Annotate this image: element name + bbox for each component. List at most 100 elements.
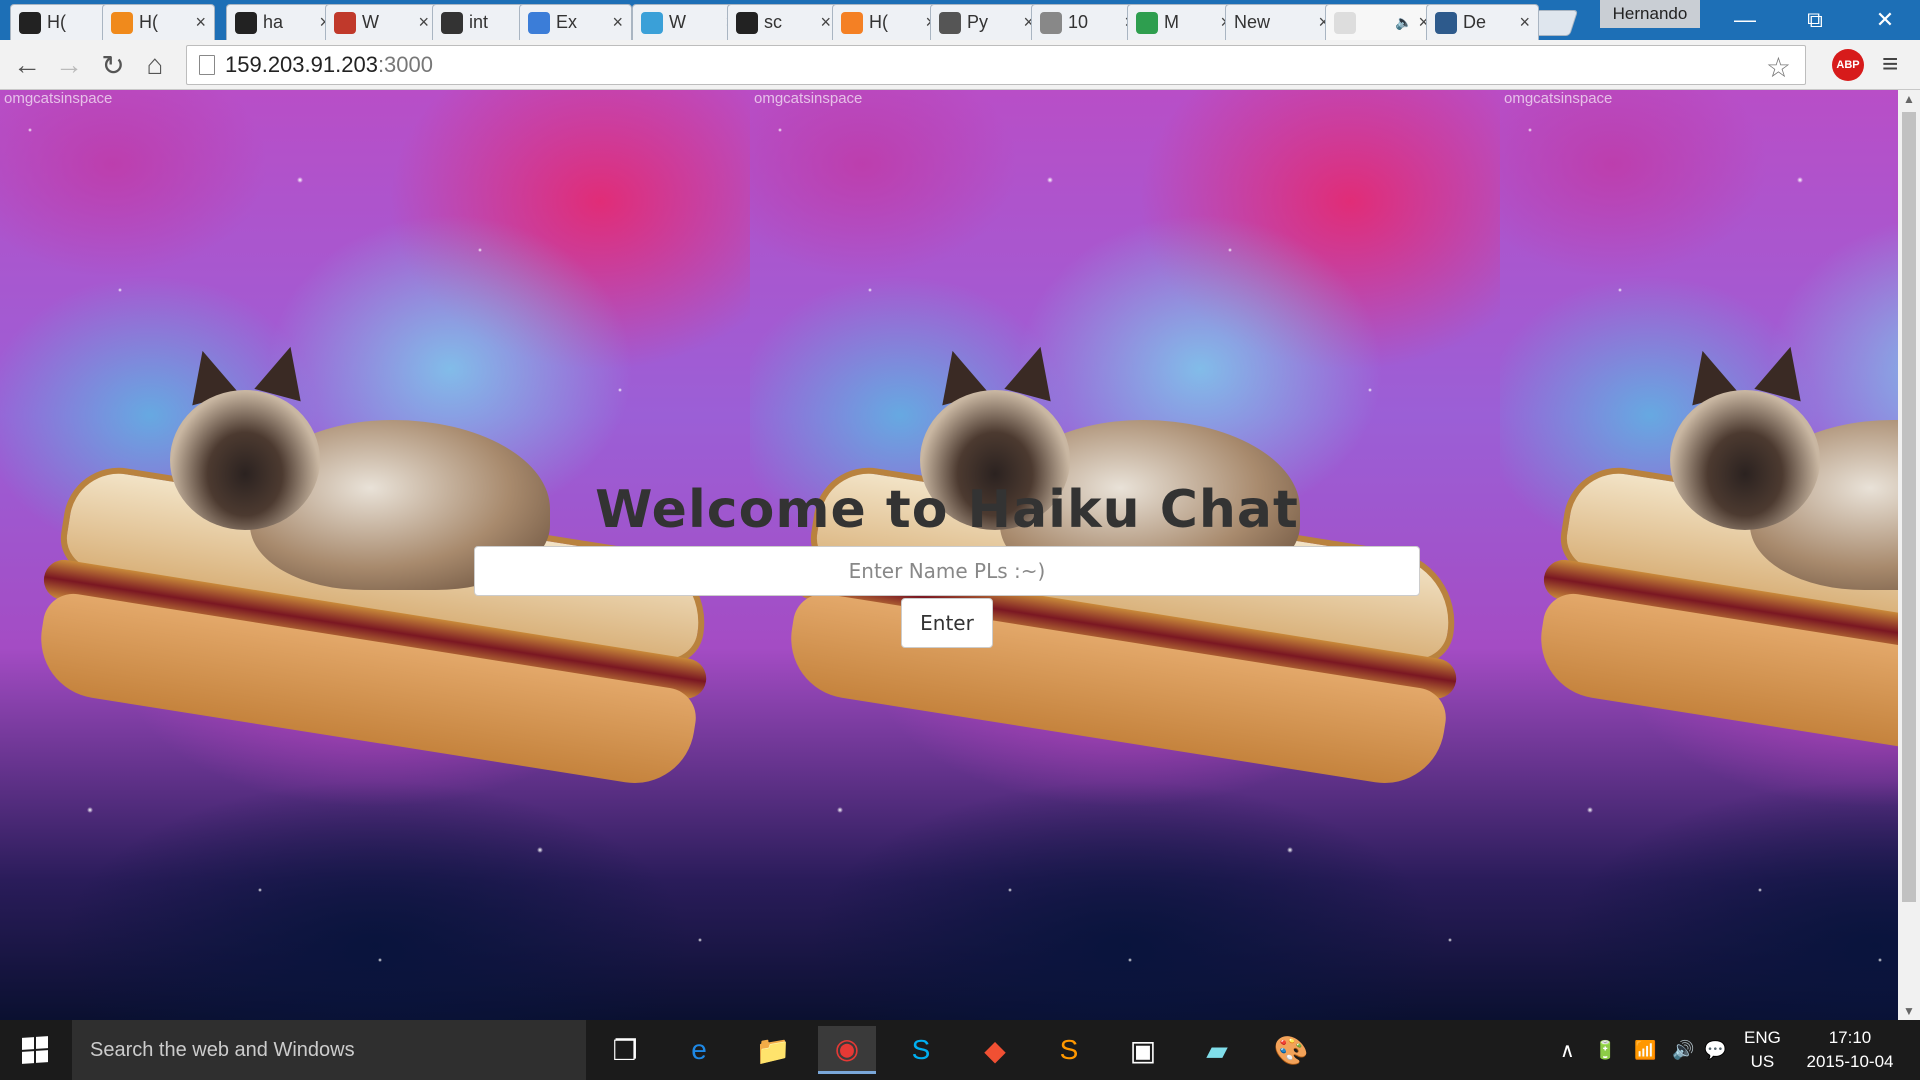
tab-title: int [469, 12, 489, 32]
tab-title: De [1463, 12, 1487, 32]
tab-title: 10 [1068, 12, 1089, 32]
minimize-button[interactable]: — [1710, 0, 1780, 40]
scroll-down-icon[interactable]: ▼ [1903, 1004, 1915, 1018]
enter-button[interactable]: Enter [901, 598, 993, 648]
windows-logo-icon [22, 1036, 48, 1064]
scroll-thumb[interactable] [1902, 112, 1916, 902]
browser-tab[interactable]: H(× [832, 4, 945, 40]
browser-tab[interactable]: M× [1127, 4, 1240, 40]
start-button[interactable] [0, 1020, 70, 1080]
letter-d-icon [528, 11, 550, 34]
git-icon[interactable]: ◆ [966, 1026, 1024, 1074]
url-port: :3000 [377, 52, 433, 77]
restore-button[interactable]: ⧉ [1780, 0, 1850, 40]
name-input[interactable] [474, 546, 1420, 596]
dark-square-icon [441, 11, 463, 34]
tab-title: W [669, 12, 686, 32]
taskbar-search[interactable]: Search the web and Windows [72, 1020, 586, 1080]
paint-icon[interactable]: 🎨 [1262, 1026, 1320, 1074]
reload-icon: ↻ [101, 49, 125, 81]
region-code: US [1750, 1052, 1775, 1071]
home-icon: ⌂ [146, 49, 164, 80]
watermark: omgcatsinspace [4, 90, 113, 107]
close-tab-icon[interactable]: × [612, 12, 623, 33]
tab-title: Py [967, 12, 989, 32]
skype-icon[interactable]: S [892, 1026, 950, 1074]
page-title: Welcome to Haiku Chat [595, 480, 1299, 540]
tab-title: Ex [556, 12, 578, 32]
battery-icon[interactable]: 🔋 [1594, 1020, 1616, 1080]
chrome-icon[interactable]: ◉ [818, 1026, 876, 1074]
watermark: omgcatsinspace [1504, 90, 1613, 107]
browser-tab[interactable]: 🔈 × [1325, 4, 1438, 40]
wifi-icon[interactable]: 📶 [1634, 1020, 1656, 1080]
url-text: 159.203.91.203:3000 [225, 52, 433, 78]
close-tab-icon[interactable]: × [1519, 12, 1530, 33]
sublime-icon[interactable]: S [1040, 1026, 1098, 1074]
login-form: Welcome to Haiku Chat Enter [474, 480, 1420, 648]
close-window-button[interactable]: ✕ [1850, 0, 1920, 40]
language-code: ENG [1744, 1028, 1781, 1047]
clock-date: 2015-10-04 [1806, 1052, 1894, 1071]
bookmark-star-icon[interactable]: ☆ [1766, 51, 1791, 84]
page-viewport: omgcatsinspace omgcatsinspace omgcatsins… [0, 90, 1898, 1020]
tray-chevron-icon[interactable]: ∧ [1560, 1020, 1575, 1080]
browser-toolbar: ← → ↻ ⌂ 159.203.91.203:3000 ☆ ABP ≡ [0, 40, 1920, 90]
snowflake-icon [641, 11, 663, 34]
forward-button[interactable]: → [52, 48, 86, 82]
close-tab-icon[interactable]: × [418, 12, 429, 33]
notifications-icon[interactable]: 💬 [1704, 1020, 1726, 1080]
background-tile: omgcatsinspace [1500, 90, 1898, 1020]
browser-tab[interactable]: W× [325, 4, 438, 40]
url-host: 159.203.91.203 [225, 52, 378, 77]
browser-tab[interactable]: H(× [102, 4, 215, 40]
browser-tab[interactable]: sc × [727, 4, 840, 40]
gear-icon [1040, 11, 1062, 34]
letter-d-circle-icon [1435, 11, 1457, 34]
profile-button[interactable]: Hernando [1600, 0, 1700, 28]
home-button[interactable]: ⌂ [138, 48, 172, 82]
reload-button[interactable]: ↻ [96, 48, 130, 82]
taskbar: Search the web and Windows ❐ e 📁 ◉ S ◆ S ▣ ▰ 🎨 ∧ … [0, 1020, 1920, 1080]
back-button[interactable]: ← [10, 48, 44, 82]
forward-arrow-icon: → [55, 49, 83, 80]
photo-icon [334, 11, 356, 34]
language-indicator[interactable]: ENG US [1744, 1026, 1781, 1074]
close-tab-icon[interactable]: × [820, 12, 831, 33]
watermark: omgcatsinspace [754, 90, 863, 107]
browser-tab[interactable]: Ex × [519, 4, 632, 40]
task-view-icon[interactable]: ❐ [596, 1026, 654, 1074]
tab-title: H( [47, 12, 66, 32]
browser-tab[interactable]: Py × [930, 4, 1043, 40]
flower-icon [111, 11, 133, 34]
tab-title: sc [764, 12, 782, 32]
github-icon [736, 11, 758, 34]
address-bar[interactable]: 159.203.91.203:3000 ☆ [186, 45, 1806, 85]
page-icon [199, 55, 215, 75]
stack-icon [841, 11, 863, 34]
adblock-plus-icon[interactable]: ABP [1832, 49, 1864, 81]
scroll-up-icon[interactable]: ▲ [1903, 92, 1915, 106]
clock-time: 17:10 [1828, 1028, 1872, 1047]
tab-strip: Hernando — ⧉ ✕ H(×H(×ha×W×int×Ex×W×sc×H(… [0, 0, 1920, 40]
menu-icon[interactable]: ≡ [1882, 48, 1898, 80]
audio-playing-icon[interactable]: 🔈 [1395, 14, 1412, 31]
browser-tab[interactable]: New × [1225, 4, 1338, 40]
tab-title: New [1234, 12, 1271, 32]
file-explorer-icon[interactable]: 📁 [744, 1026, 802, 1074]
scrollbar[interactable]: ▲ ▼ [1898, 90, 1920, 1020]
tab-title: H( [869, 12, 888, 32]
terminal-icon[interactable]: ▣ [1114, 1026, 1172, 1074]
volume-icon[interactable]: 🔊 [1672, 1020, 1694, 1080]
browser-tab[interactable]: De × [1426, 4, 1539, 40]
tab-title: W [362, 12, 379, 32]
drive-icon [1136, 11, 1158, 34]
close-tab-icon[interactable]: × [195, 12, 206, 33]
clock[interactable]: 17:10 2015-10-04 [1800, 1026, 1900, 1074]
github-icon [235, 11, 257, 34]
tab-title: ha [263, 12, 284, 32]
notes-icon[interactable]: ▰ [1188, 1026, 1246, 1074]
edge-icon[interactable]: e [670, 1026, 728, 1074]
page-icon [1334, 11, 1356, 34]
browser-tab[interactable]: ha× [226, 4, 339, 40]
